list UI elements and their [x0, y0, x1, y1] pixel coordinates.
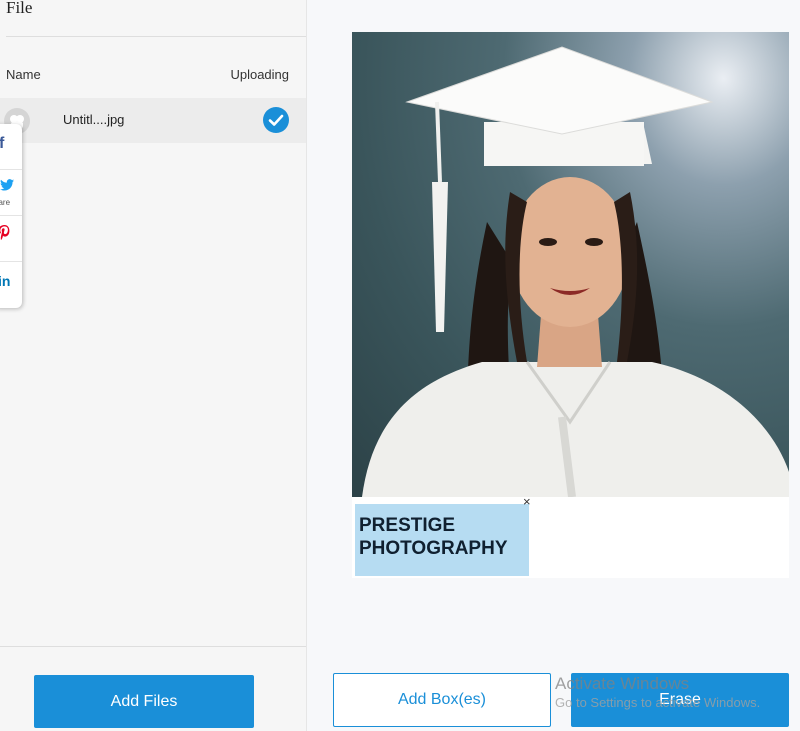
photo-caption: PRESTIGE PHOTOGRAPHY: [359, 515, 508, 559]
column-header-name: Name: [6, 67, 41, 82]
file-panel: File Name Uploading Untitl....jpg: [0, 0, 307, 731]
add-boxes-button[interactable]: Add Box(es): [333, 673, 551, 727]
add-files-button[interactable]: Add Files: [34, 675, 254, 728]
activation-watermark-title: Activate Windows: [555, 674, 690, 693]
share-pinterest[interactable]: [0, 216, 22, 262]
twitter-icon: [0, 178, 15, 196]
share-linkedin[interactable]: in: [0, 262, 22, 307]
graduation-portrait: [362, 46, 789, 497]
file-row[interactable]: Untitl....jpg: [0, 98, 306, 143]
share-facebook[interactable]: f: [0, 124, 22, 170]
pinterest-icon: [0, 225, 10, 246]
facebook-icon: f: [0, 135, 5, 152]
divider: [6, 36, 306, 37]
activation-watermark-subtitle: Go to Settings to activate Windows.: [555, 695, 761, 710]
share-bar: f hare in: [0, 124, 22, 308]
divider: [0, 646, 306, 647]
check-icon: [263, 107, 289, 133]
close-icon[interactable]: ×: [523, 494, 531, 509]
uploaded-photo[interactable]: [352, 32, 789, 497]
panel-title: File: [6, 0, 33, 17]
share-twitter[interactable]: hare: [0, 170, 22, 216]
linkedin-icon: in: [0, 273, 11, 289]
share-label: hare: [0, 198, 11, 207]
file-name: Untitl....jpg: [63, 112, 125, 127]
column-header-uploading: Uploading: [230, 67, 289, 82]
